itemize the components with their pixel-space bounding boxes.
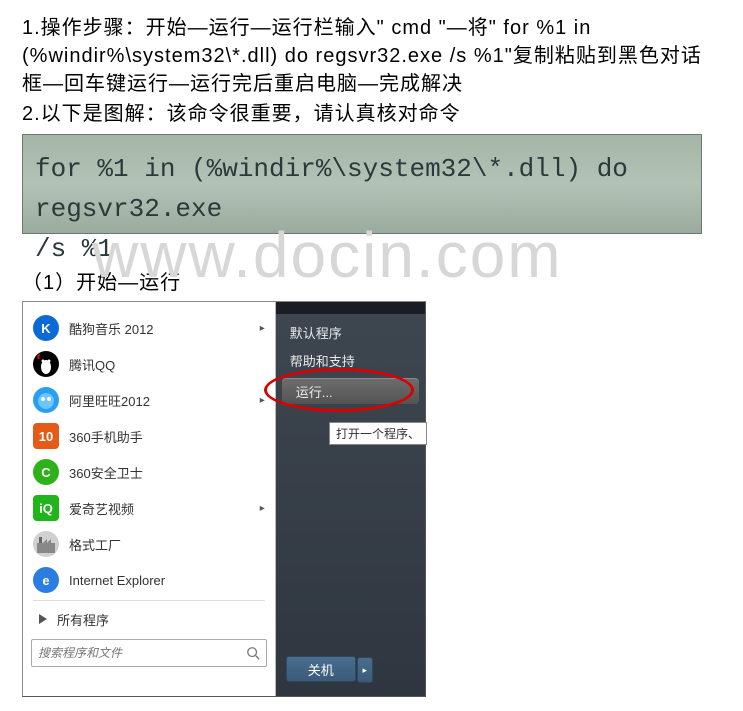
start-menu-item[interactable]: e Internet Explorer (27, 562, 271, 598)
run-item[interactable]: 运行... (282, 378, 419, 404)
start-menu-left-panel: K 酷狗音乐 2012 ▸ 腾讯QQ 阿里旺旺2012 ▸ 10 360手机助手 C 360安全卫… (23, 302, 276, 696)
submenu-arrow-icon: ▸ (260, 323, 265, 334)
start-menu-item[interactable]: 腾讯QQ (27, 346, 271, 382)
shutdown-button[interactable]: 关机 ▸ (286, 656, 356, 682)
start-menu-item-label: 360安全卫士 (69, 463, 143, 482)
start-menu-item[interactable]: C 360安全卫士 (27, 454, 271, 490)
run-label: 运行... (296, 382, 333, 401)
app-icon (33, 387, 59, 413)
start-menu-item[interactable]: iQ 爱奇艺视频 ▸ (27, 490, 271, 526)
app-icon: C (33, 459, 59, 485)
default-programs[interactable]: 默认程序 (276, 318, 425, 346)
start-menu-item-label: 酷狗音乐 2012 (69, 319, 154, 338)
app-icon: e (33, 567, 59, 593)
command-photo: for %1 in (%windir%\system32\*.dll) do r… (22, 134, 702, 234)
paragraph-step2: 2.以下是图解：该命令很重要，请认真核对命令 (22, 100, 721, 128)
shutdown-menu-arrow[interactable]: ▸ (357, 657, 373, 683)
red-circle-annotation (264, 368, 414, 412)
submenu-arrow-icon: ▸ (260, 503, 265, 514)
app-icon: iQ (33, 495, 59, 521)
app-icon (33, 531, 59, 557)
start-menu-item-label: 爱奇艺视频 (69, 499, 134, 518)
start-menu-item-label: 阿里旺旺2012 (69, 391, 150, 410)
command-line-2: /s %1 (35, 229, 689, 269)
search-icon (246, 646, 260, 660)
step1-label: （1）开始—运行 (22, 266, 721, 295)
search-input[interactable] (38, 646, 246, 660)
start-menu-screenshot: K 酷狗音乐 2012 ▸ 腾讯QQ 阿里旺旺2012 ▸ 10 360手机助手 C 360安全卫… (22, 301, 426, 697)
search-box[interactable] (31, 639, 267, 667)
right-panel-header (276, 302, 425, 314)
app-icon: 10 (33, 423, 59, 449)
start-menu-item[interactable]: K 酷狗音乐 2012 ▸ (27, 310, 271, 346)
help-and-support[interactable]: 帮助和支持 (276, 346, 425, 374)
start-menu-item[interactable]: 10 360手机助手 (27, 418, 271, 454)
start-menu-item-label: 格式工厂 (69, 535, 121, 554)
start-menu-right-panel: 默认程序 帮助和支持 运行... 打开一个程序、 关机 ▸ (276, 302, 425, 696)
submenu-arrow-icon: ▸ (260, 395, 265, 406)
start-menu-item-label: 腾讯QQ (69, 355, 115, 374)
start-menu-item[interactable]: 格式工厂 (27, 526, 271, 562)
shutdown-label: 关机 (308, 660, 334, 679)
start-menu-item-label: Internet Explorer (69, 573, 165, 588)
all-programs-label: 所有程序 (57, 610, 109, 629)
divider (33, 600, 265, 601)
all-programs[interactable]: 所有程序 (27, 603, 271, 635)
app-icon: K (33, 315, 59, 341)
paragraph-step1: 1.操作步骤：开始―运行―运行栏输入" cmd "―将" for %1 in (… (22, 14, 721, 98)
run-tooltip: 打开一个程序、 (329, 422, 427, 445)
arrow-right-icon (39, 614, 47, 624)
app-icon (33, 351, 59, 377)
start-menu-item-label: 360手机助手 (69, 427, 143, 446)
start-menu-item[interactable]: 阿里旺旺2012 ▸ (27, 382, 271, 418)
command-line-1: for %1 in (%windir%\system32\*.dll) do r… (35, 149, 689, 229)
